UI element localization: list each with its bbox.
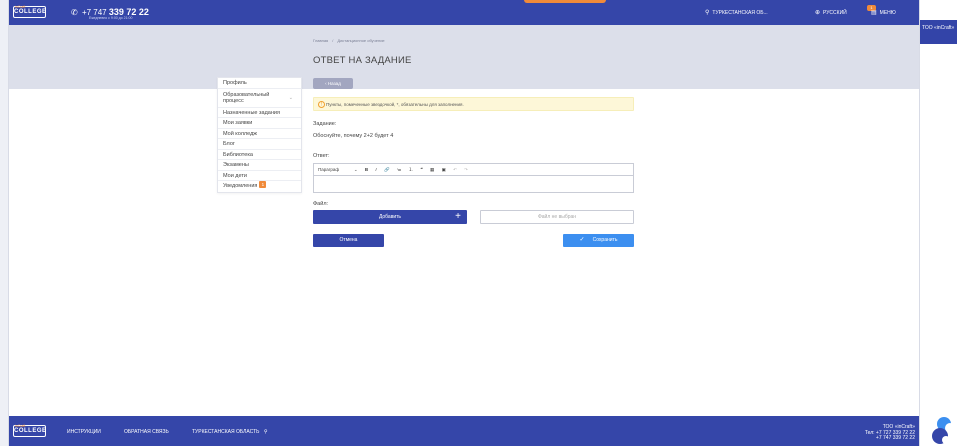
back-button[interactable]: ‹ Назад	[313, 78, 353, 89]
location-icon: ⚲	[263, 429, 268, 435]
warning-icon: !	[318, 101, 325, 108]
footer-region-label: ТУРКЕСТАНСКАЯ ОБЛАСТЬ	[192, 429, 260, 435]
file-name-field[interactable]: Файл не выбран	[480, 210, 634, 224]
region-selector[interactable]: ⚲ ТУРКЕСТАНСКАЯ ОБ...	[705, 9, 768, 16]
working-hours: Ежедневно с 9:00 до 21:00	[89, 16, 133, 20]
answer-label: Ответ:	[313, 153, 330, 159]
notice-text: Пункты, помеченные звездочкой, *, обязат…	[326, 102, 464, 107]
redo-icon[interactable]: ↷	[464, 164, 468, 176]
sidebar-item-label: Образовательный процесс	[223, 91, 270, 104]
sidebar-item-label: Экзамены	[223, 162, 249, 168]
file-label: Файл:	[313, 201, 329, 207]
sidebar-item-my-college[interactable]: Мой колледж	[218, 129, 301, 139]
quote-icon[interactable]: ❝	[420, 164, 422, 176]
location-icon: ⚲	[705, 10, 710, 16]
media-icon[interactable]: ▣	[442, 164, 446, 176]
numbered-list-icon[interactable]: ⒈	[409, 164, 414, 176]
sidebar-item-label: Мои заявки	[223, 120, 253, 126]
footer-logo[interactable]: inCraft COLLEGE	[13, 424, 46, 437]
check-icon: ✓	[579, 237, 585, 243]
sidebar-item-label: Библиотека	[223, 151, 253, 158]
menu-button[interactable]: ▤ МЕНЮ	[871, 9, 896, 16]
title-band	[9, 25, 919, 89]
sidebar-item-my-applications[interactable]: Мои заявки	[218, 118, 301, 129]
sidebar-item-label: Мои дети	[223, 172, 247, 179]
save-button[interactable]: ✓ Сохранить	[563, 234, 634, 247]
college-logo[interactable]: inCraft COLLEGE	[13, 5, 46, 18]
company-phone-2: +7 747 339 72 22	[875, 435, 915, 441]
breadcrumb: Главная / Дистанционное обучение	[313, 38, 385, 43]
italic-button[interactable]: I	[375, 164, 376, 176]
sidebar-item-label: Назначенные задания	[223, 109, 280, 116]
footer-link-feedback[interactable]: ОБРАТНАЯ СВЯЗЬ	[124, 429, 169, 435]
footer: inCraft COLLEGE ИНСТРУКЦИИ ОБРАТНАЯ СВЯЗ…	[9, 416, 919, 446]
language-selector[interactable]: ⊕ РУССКИЙ	[815, 9, 847, 16]
answer-editor: Параграф ⌄ B I 🔗 ≔ ⒈ ❝ ▦ ▣ ↶ ↷	[313, 163, 634, 193]
sidebar-item-label: Блог	[223, 141, 235, 147]
task-text: Обоснуйте, почему 2+2 будет 4	[313, 133, 394, 139]
breadcrumb-separator: /	[332, 38, 334, 43]
right-strip-text: ТОО «inCraft»	[922, 25, 955, 31]
page-title: ОТВЕТ НА ЗАДАНИЕ	[313, 55, 412, 66]
paragraph-label: Параграф	[318, 167, 340, 172]
sidebar-item-blog[interactable]: Блог	[218, 139, 301, 150]
region-label: ТУРКЕСТАНСКАЯ ОБ...	[712, 10, 768, 16]
language-label: РУССКИЙ	[823, 10, 847, 16]
back-button-label: Назад	[327, 81, 341, 86]
orange-tab	[524, 0, 606, 3]
sidebar-item-label: Профиль	[223, 80, 247, 86]
paragraph-select[interactable]: Параграф ⌄	[318, 164, 358, 176]
cancel-button[interactable]: Отмена	[313, 234, 384, 247]
bullet-list-icon[interactable]: ≔	[397, 164, 402, 176]
corner-logo-icon	[932, 417, 955, 444]
right-frame: ТОО «inCraft»	[919, 0, 957, 446]
chevron-down-icon: ⌄	[288, 94, 293, 101]
menu-icon: ▤	[871, 10, 877, 16]
logo-sup: inCraft	[15, 5, 26, 9]
sidebar-item-library[interactable]: Библиотека	[218, 150, 301, 160]
phone-icon: ✆	[71, 8, 78, 17]
left-frame	[0, 0, 9, 446]
footer-company: ТОО «inCraft» Тел: +7 727 339 72 22 +7 7…	[865, 424, 915, 442]
required-fields-notice: ! Пункты, помеченные звездочкой, *, обяз…	[313, 97, 634, 111]
page: inCraft COLLEGE ✆ +7 747 339 72 22 Ежедн…	[0, 0, 957, 446]
editor-toolbar: Параграф ⌄ B I 🔗 ≔ ⒈ ❝ ▦ ▣ ↶ ↷	[314, 164, 633, 176]
undo-icon[interactable]: ↶	[453, 164, 457, 176]
sidebar-item-education[interactable]: Образовательный процесс ⌄	[218, 89, 301, 108]
right-strip: ТОО «inCraft»	[920, 20, 957, 44]
logo-sup: inCraft	[15, 424, 26, 428]
notification-count-badge: 1	[259, 181, 267, 188]
answer-textarea[interactable]	[314, 176, 633, 193]
bold-button[interactable]: B	[365, 164, 368, 176]
sidebar-item-my-children[interactable]: Мои дети	[218, 171, 301, 181]
footer-link-instructions[interactable]: ИНСТРУКЦИИ	[67, 429, 101, 435]
save-label: Сохранить	[592, 237, 618, 243]
table-icon[interactable]: ▦	[430, 164, 434, 176]
sidebar-item-assigned-tasks[interactable]: Назначенные задания	[218, 108, 301, 118]
top-header: inCraft COLLEGE ✆ +7 747 339 72 22 Ежедн…	[9, 0, 919, 25]
add-file-button[interactable]: Добавить +	[313, 210, 467, 224]
menu-label: МЕНЮ	[879, 10, 896, 16]
sidebar: Профиль Образовательный процесс ⌄ Назнач…	[217, 77, 302, 193]
sidebar-item-exams[interactable]: Экзамены	[218, 160, 301, 171]
chevron-left-icon: ‹	[325, 81, 327, 86]
sidebar-item-notifications[interactable]: Уведомления 1	[218, 181, 301, 192]
add-file-label: Добавить	[378, 214, 402, 220]
task-label: Задание:	[313, 121, 337, 127]
sidebar-item-label: Мой колледж	[223, 130, 257, 137]
sidebar-item-label: Уведомления	[223, 183, 258, 189]
link-icon[interactable]: 🔗	[384, 164, 390, 176]
footer-link-region[interactable]: ТУРКЕСТАНСКАЯ ОБЛАСТЬ ⚲	[192, 429, 267, 435]
sidebar-item-profile[interactable]: Профиль	[218, 78, 301, 89]
breadcrumb-home[interactable]: Главная	[313, 38, 328, 43]
plus-icon: +	[455, 211, 461, 222]
globe-icon: ⊕	[815, 10, 821, 16]
breadcrumb-current: Дистанционное обучение	[337, 38, 385, 43]
